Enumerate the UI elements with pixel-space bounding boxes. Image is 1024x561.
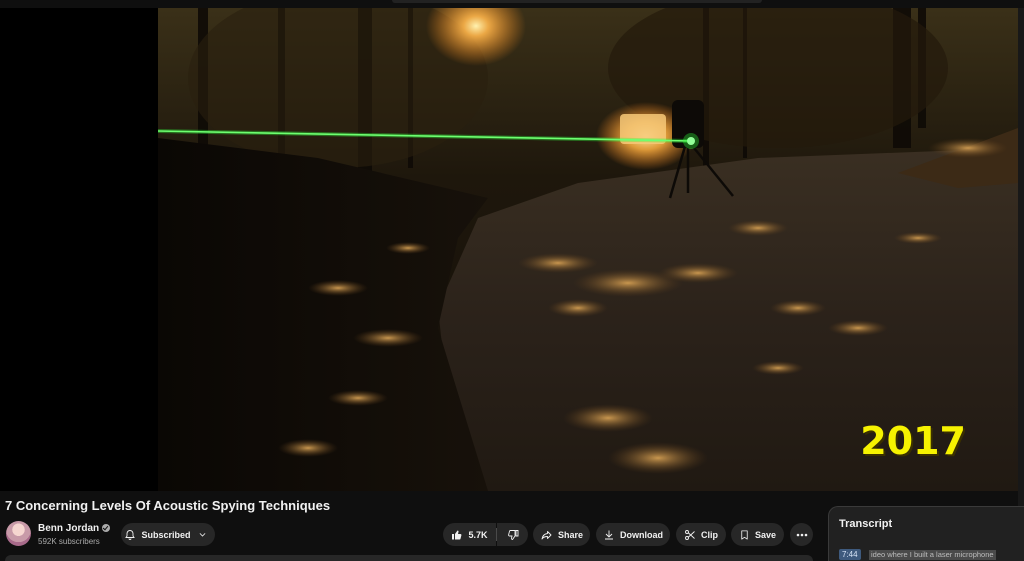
share-label: Share [557, 529, 583, 540]
subscribed-button[interactable]: Subscribed [121, 523, 215, 546]
clip-label: Clip [701, 529, 718, 540]
dislike-button[interactable] [497, 523, 528, 546]
description-box[interactable] [5, 555, 813, 561]
subscriber-count: 592K subscribers [38, 537, 100, 546]
letterbox-left [0, 8, 158, 491]
save-button[interactable]: Save [731, 523, 784, 546]
video-title: 7 Concerning Levels Of Acoustic Spying T… [5, 498, 331, 513]
bookmark-icon [739, 529, 750, 541]
download-label: Download [620, 529, 663, 540]
scissors-icon [684, 529, 696, 541]
download-button[interactable]: Download [596, 523, 670, 546]
channel-name[interactable]: Benn Jordan [38, 523, 111, 534]
bell-icon [124, 529, 136, 541]
channel-name-text[interactable]: Benn Jordan [38, 523, 99, 534]
search-bar-edge[interactable] [392, 0, 762, 3]
transcript-segment-text[interactable]: ideo where I built a laser microphone [869, 550, 996, 560]
subscribed-label: Subscribed [141, 529, 191, 540]
like-count: 5.7K [468, 529, 488, 540]
video-overlay-caption: 2017 [860, 419, 966, 463]
channel-avatar[interactable] [6, 521, 31, 546]
more-horizontal-icon [796, 533, 808, 537]
share-arrow-icon [540, 529, 553, 541]
video-player[interactable]: 2017 [0, 8, 1018, 491]
like-button[interactable]: 5.7K [443, 523, 496, 546]
transcript-title: Transcript [839, 518, 893, 530]
thumbs-down-icon [507, 529, 519, 541]
transcript-panel: Transcript 7:44 ideo where I built a las… [828, 506, 1024, 561]
video-frame[interactable]: 2017 [158, 8, 1018, 491]
page-scrollbar[interactable] [1018, 8, 1024, 561]
clip-button[interactable]: Clip [676, 523, 726, 546]
more-actions-button[interactable] [790, 523, 813, 546]
top-bar [0, 0, 1024, 8]
chevron-down-icon [198, 530, 207, 539]
transcript-timestamp[interactable]: 7:44 [839, 549, 861, 560]
save-label: Save [754, 529, 777, 540]
download-icon [603, 529, 615, 541]
share-button[interactable]: Share [533, 523, 590, 546]
verified-check-icon [102, 524, 111, 532]
thumbs-up-icon [451, 529, 463, 541]
